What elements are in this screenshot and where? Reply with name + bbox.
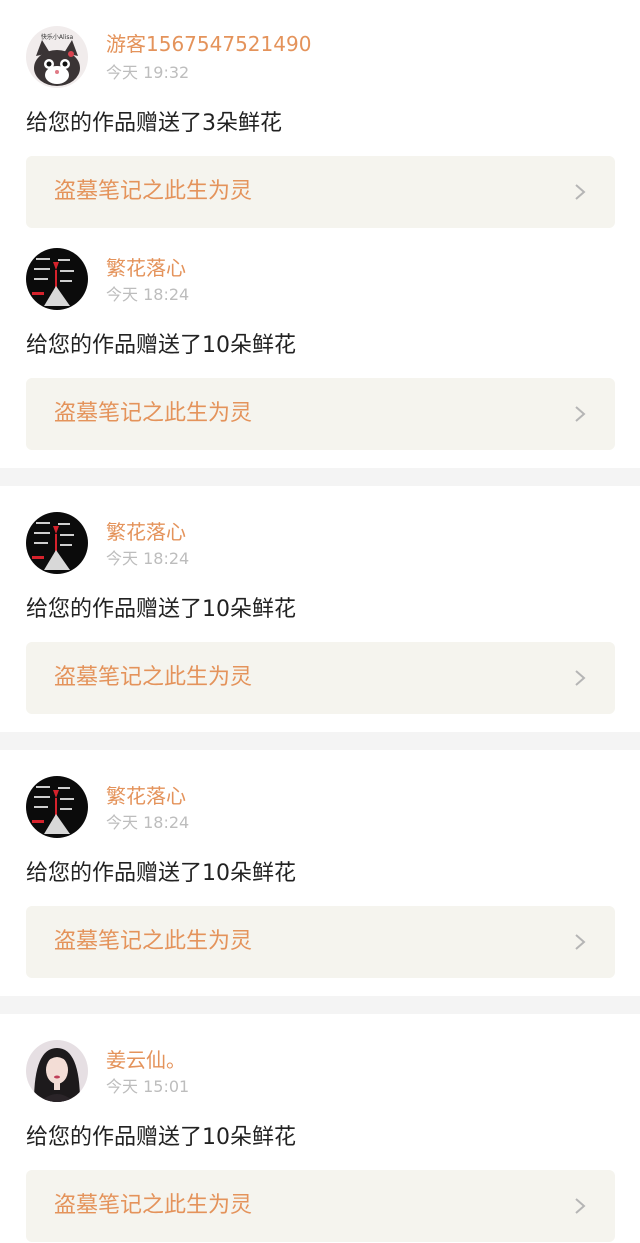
dark-text-avatar-icon[interactable] xyxy=(26,776,88,838)
notification-card: 快乐小Alisa 游客1567547521490 今天 19:32 给您的作品赠… xyxy=(0,0,640,238)
dark-text-avatar-icon[interactable] xyxy=(26,512,88,574)
gift-message: 给您的作品赠送了10朵鲜花 xyxy=(26,597,296,622)
chevron-right-icon xyxy=(575,184,586,200)
chevron-right-icon xyxy=(575,934,586,950)
work-title: 盗墓笔记之此生为灵 xyxy=(54,401,253,426)
gift-message: 给您的作品赠送了10朵鲜花 xyxy=(26,333,296,358)
work-title: 盗墓笔记之此生为灵 xyxy=(54,929,253,954)
username[interactable]: 繁花落心 xyxy=(106,784,186,808)
username[interactable]: 繁花落心 xyxy=(106,520,186,544)
section-divider xyxy=(0,732,640,750)
work-title: 盗墓笔记之此生为灵 xyxy=(54,1193,253,1218)
dark-text-avatar-icon[interactable] xyxy=(26,248,88,310)
timestamp: 今天 18:24 xyxy=(106,549,190,568)
work-link-button[interactable]: 盗墓笔记之此生为灵 xyxy=(26,1170,615,1242)
work-link-button[interactable]: 盗墓笔记之此生为灵 xyxy=(26,378,615,450)
work-link-button[interactable]: 盗墓笔记之此生为灵 xyxy=(26,642,615,714)
timestamp: 今天 18:24 xyxy=(106,285,190,304)
section-divider xyxy=(0,468,640,486)
work-link-button[interactable]: 盗墓笔记之此生为灵 xyxy=(26,906,615,978)
timestamp: 今天 18:24 xyxy=(106,813,190,832)
girl-portrait-avatar-icon[interactable] xyxy=(26,1040,88,1102)
work-title: 盗墓笔记之此生为灵 xyxy=(54,665,253,690)
notification-card: 姜云仙。 今天 15:01 给您的作品赠送了10朵鲜花 盗墓笔记之此生为灵 xyxy=(0,1014,640,1243)
notification-card: 繁花落心 今天 18:24 给您的作品赠送了10朵鲜花 盗墓笔记之此生为灵 xyxy=(0,238,640,468)
chevron-right-icon xyxy=(575,1198,586,1214)
timestamp: 今天 15:01 xyxy=(106,1077,190,1096)
chevron-right-icon xyxy=(575,406,586,422)
gift-message: 给您的作品赠送了10朵鲜花 xyxy=(26,861,296,886)
work-link-button[interactable]: 盗墓笔记之此生为灵 xyxy=(26,156,615,228)
svg-text:快乐小Alisa: 快乐小Alisa xyxy=(41,33,74,41)
timestamp: 今天 19:32 xyxy=(106,63,190,82)
notification-card: 繁花落心 今天 18:24 给您的作品赠送了10朵鲜花 盗墓笔记之此生为灵 xyxy=(0,750,640,996)
cat-avatar-icon[interactable]: 快乐小Alisa xyxy=(26,26,88,88)
section-divider xyxy=(0,996,640,1014)
gift-message: 给您的作品赠送了3朵鲜花 xyxy=(26,111,282,136)
username[interactable]: 姜云仙。 xyxy=(106,1048,186,1072)
notification-card: 繁花落心 今天 18:24 给您的作品赠送了10朵鲜花 盗墓笔记之此生为灵 xyxy=(0,486,640,732)
username[interactable]: 游客1567547521490 xyxy=(106,32,311,56)
chevron-right-icon xyxy=(575,670,586,686)
username[interactable]: 繁花落心 xyxy=(106,256,186,280)
gift-message: 给您的作品赠送了10朵鲜花 xyxy=(26,1125,296,1150)
work-title: 盗墓笔记之此生为灵 xyxy=(54,179,253,204)
